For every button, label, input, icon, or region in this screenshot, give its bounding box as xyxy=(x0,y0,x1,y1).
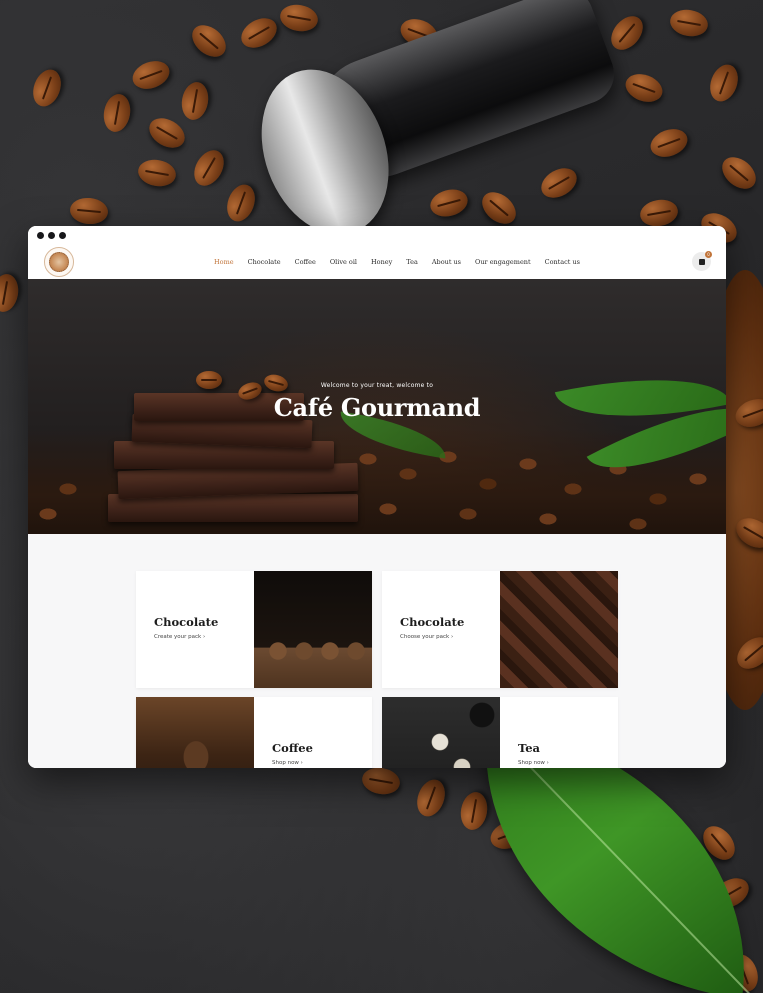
card-title: Coffee xyxy=(272,741,313,755)
card-title: Tea xyxy=(518,741,541,755)
nav-item-our-engagement[interactable]: Our engagement xyxy=(475,258,531,266)
card-link[interactable]: Choose your pack › xyxy=(400,634,464,640)
truffles-image xyxy=(254,571,372,688)
cart-count-badge: 0 xyxy=(705,251,712,258)
nav-item-honey[interactable]: Honey xyxy=(371,258,392,266)
window-dot[interactable] xyxy=(59,232,66,239)
card-link[interactable]: Shop now › xyxy=(518,760,549,766)
nav-item-about-us[interactable]: About us xyxy=(432,258,461,266)
hero-banner: Welcome to your treat, welcome to Café G… xyxy=(28,279,726,534)
card-text: Chocolate Choose your pack › xyxy=(400,615,464,640)
hero-title: Café Gourmand xyxy=(273,393,481,422)
cart-button[interactable]: 0 xyxy=(692,251,712,271)
nav-item-olive-oil[interactable]: Olive oil xyxy=(330,258,357,266)
window-dot[interactable] xyxy=(48,232,55,239)
coffee-image xyxy=(136,697,254,768)
category-card-chocolate-choose[interactable]: Chocolate Choose your pack › xyxy=(382,571,618,688)
category-card-tea[interactable]: Tea Shop now › xyxy=(382,697,618,768)
site-header: Home Chocolate Coffee Olive oil Honey Te… xyxy=(28,226,726,279)
product-category-grid: Chocolate Create your pack › Chocolate C… xyxy=(28,534,726,768)
nav-item-coffee[interactable]: Coffee xyxy=(295,258,316,266)
card-link[interactable]: Shop now › xyxy=(272,760,313,766)
tea-image xyxy=(382,697,500,768)
hero-kicker: Welcome to your treat, welcome to xyxy=(320,382,434,389)
category-card-chocolate-create[interactable]: Chocolate Create your pack › xyxy=(136,571,372,688)
card-text: Coffee Shop now › xyxy=(272,741,313,766)
browser-window: Home Chocolate Coffee Olive oil Honey Te… xyxy=(28,226,726,768)
nav-item-tea[interactable]: Tea xyxy=(406,258,418,266)
hero-text: Welcome to your treat, welcome to Café G… xyxy=(28,382,726,422)
main-nav: Home Chocolate Coffee Olive oil Honey Te… xyxy=(214,258,594,266)
nav-item-home[interactable]: Home xyxy=(214,258,234,266)
category-card-coffee[interactable]: Coffee Shop now › xyxy=(136,697,372,768)
nav-item-contact-us[interactable]: Contact us xyxy=(545,258,580,266)
nav-item-chocolate[interactable]: Chocolate xyxy=(248,258,281,266)
card-link[interactable]: Create your pack › xyxy=(154,634,218,640)
card-title: Chocolate xyxy=(154,615,219,629)
shopping-bag-icon xyxy=(698,258,705,265)
pralines-image xyxy=(500,571,618,688)
card-text: Tea Shop now › xyxy=(518,741,549,766)
card-title: Chocolate xyxy=(400,615,465,629)
window-controls xyxy=(37,232,66,239)
logo-emblem-icon xyxy=(49,252,69,272)
card-text: Chocolate Create your pack › xyxy=(154,615,218,640)
window-dot[interactable] xyxy=(37,232,44,239)
site-logo[interactable] xyxy=(44,247,74,277)
